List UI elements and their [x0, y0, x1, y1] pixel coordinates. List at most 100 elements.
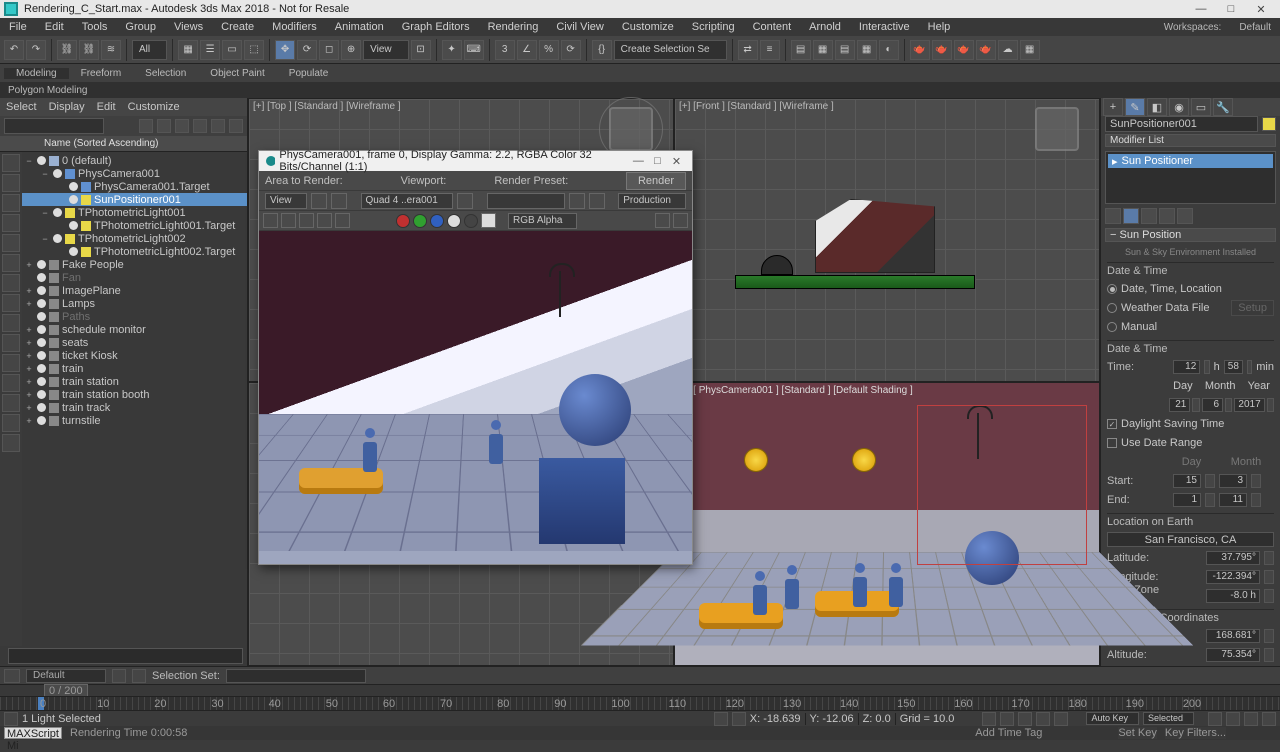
tree-node[interactable]: +Fake People [22, 258, 247, 271]
filter-shape-icon[interactable] [2, 174, 20, 192]
vp-top-label[interactable]: [+] [Top ] [Standard ] [Wireframe ] [253, 101, 401, 112]
tree-node[interactable]: +train station [22, 375, 247, 388]
menu-file[interactable]: File [0, 21, 36, 33]
time-hours[interactable]: 12 [1173, 360, 1200, 374]
prod-dropdown[interactable]: Production [618, 193, 686, 209]
ribbon-tab-selection[interactable]: Selection [133, 68, 198, 79]
stack-config-icon[interactable] [1177, 208, 1193, 224]
select-place-button[interactable]: ⊕ [341, 40, 361, 60]
explorer-column-header[interactable]: Name (Sorted Ascending) [0, 136, 247, 152]
stack-pin-icon[interactable] [1105, 208, 1121, 224]
render-prod-icon[interactable]: 🫖 [954, 40, 974, 60]
object-color-swatch[interactable] [1262, 117, 1276, 131]
playback-end-icon[interactable] [1054, 712, 1068, 726]
tree-node[interactable]: Fan [22, 271, 247, 284]
explorer-scope-dropdown[interactable] [4, 118, 104, 134]
selection-filter-dropdown[interactable]: All [132, 40, 167, 60]
explorer-menu[interactable]: Select Display Edit Customize [0, 98, 247, 116]
setkey-button[interactable]: Set Key [1118, 727, 1157, 739]
end-day[interactable]: 1 [1173, 493, 1201, 507]
tree-node[interactable]: +Lamps [22, 297, 247, 310]
minimize-button[interactable]: — [1186, 3, 1216, 15]
ribbon-tab-objectpaint[interactable]: Object Paint [198, 68, 276, 79]
explorer-select[interactable]: Select [6, 101, 37, 113]
viewport-camera[interactable]: [+] [ PhysCamera001 ] [Standard ] [Defau… [674, 382, 1100, 666]
explorer-search-bar[interactable] [0, 646, 247, 666]
channel-g-button[interactable] [413, 214, 427, 228]
select-name-icon[interactable]: ☰ [200, 40, 220, 60]
keyfilters-button[interactable]: Key Filters... [1165, 727, 1226, 739]
tree-node[interactable]: −0 (default) [22, 154, 247, 167]
select-rect-icon[interactable]: ▭ [222, 40, 242, 60]
selset-dropdown[interactable] [226, 669, 366, 683]
fb-clear-icon[interactable] [335, 213, 350, 228]
modifier-list-dropdown[interactable]: Modifier List [1105, 134, 1276, 147]
schematic-icon[interactable]: ▦ [857, 40, 877, 60]
align-icon[interactable]: ≡ [760, 40, 780, 60]
close-button[interactable]: ✕ [1246, 3, 1276, 16]
tree-node[interactable]: SunPositioner001 [22, 193, 247, 206]
menu-civilview[interactable]: Civil View [547, 21, 612, 33]
select-rotate-button[interactable]: ⟳ [297, 40, 317, 60]
mirror-icon[interactable]: ⇄ [738, 40, 758, 60]
viewport-front[interactable]: [+] [Front ] [Standard ] [Wireframe ] [674, 98, 1100, 382]
altitude-field[interactable]: 75.354° [1206, 648, 1260, 662]
dst-checkbox[interactable]: ✓ [1107, 419, 1117, 429]
add-time-tag[interactable]: Add Time Tag [975, 727, 1042, 739]
menu-scripting[interactable]: Scripting [683, 21, 744, 33]
tree-node[interactable]: +ticket Kiosk [22, 349, 247, 362]
exp-close-icon[interactable] [139, 119, 153, 133]
tree-node[interactable]: +schedule monitor [22, 323, 247, 336]
tab-utilities-icon[interactable]: 🔧 [1213, 98, 1233, 116]
window-crossing-icon[interactable]: ⬚ [244, 40, 264, 60]
tree-node[interactable]: TPhotometricLight001.Target [22, 219, 247, 232]
tab-modify-icon[interactable]: ✎ [1125, 98, 1145, 116]
autokey-button[interactable]: Auto Key [1086, 712, 1139, 725]
iso-sel-icon[interactable] [4, 669, 20, 683]
explorer-tree[interactable]: −0 (default)−PhysCamera001PhysCamera001.… [22, 152, 247, 646]
timezone-field[interactable]: -8.0 h [1206, 589, 1260, 603]
abs-rel-icon[interactable] [732, 712, 746, 726]
area-auto-icon[interactable] [331, 193, 347, 209]
redo-button[interactable]: ↷ [26, 40, 46, 60]
tree-node[interactable]: PhysCamera001.Target [22, 180, 247, 193]
editnamedsel-icon[interactable]: {} [592, 40, 612, 60]
time-slider[interactable]: 0 / 200 [0, 684, 1280, 696]
viewcube-top[interactable] [609, 107, 653, 151]
keymode-dropdown[interactable]: Selected [1143, 712, 1194, 725]
channel-a-button[interactable] [447, 214, 461, 228]
viewcube-front[interactable] [1035, 107, 1079, 151]
timeline-ruler[interactable]: 0102030405060708090100110120130140150160… [0, 696, 1280, 710]
tree-node[interactable]: −TPhotometricLight002 [22, 232, 247, 245]
render-iter-icon[interactable]: 🫖 [976, 40, 996, 60]
fb-titlebar[interactable]: PhysCamera001, frame 0, Display Gamma: 2… [259, 151, 692, 171]
snap-toggle-icon[interactable]: 3 [495, 40, 515, 60]
nav-zoomext-icon[interactable] [1244, 712, 1258, 726]
spinner-snap-icon[interactable]: ⟳ [561, 40, 581, 60]
select-object-icon[interactable]: ▦ [178, 40, 198, 60]
sel-lock-icon[interactable] [112, 669, 126, 683]
nav-pan-icon[interactable] [1208, 712, 1222, 726]
ribbon-tab-modeling[interactable]: Modeling [4, 68, 69, 79]
unlink-icon[interactable]: ⛓ [79, 40, 99, 60]
filter-helper-icon[interactable] [2, 234, 20, 252]
modifier-item[interactable]: ▸Sun Positioner [1108, 154, 1273, 168]
tree-node[interactable]: +train [22, 362, 247, 375]
time-mins[interactable]: 58 [1224, 360, 1243, 374]
tree-node[interactable]: +train station booth [22, 388, 247, 401]
keyboard-icon[interactable]: ⌨ [464, 40, 484, 60]
percent-snap-icon[interactable]: % [539, 40, 559, 60]
menu-animation[interactable]: Animation [326, 21, 393, 33]
layers-icon[interactable]: ▤ [791, 40, 811, 60]
render-frame-icon[interactable]: 🫖 [932, 40, 952, 60]
ribbon-tabs[interactable]: Modeling Freeform Selection Object Paint… [0, 64, 1280, 82]
channel-r-button[interactable] [396, 214, 410, 228]
channel-swatch[interactable] [481, 213, 496, 228]
explorer-display[interactable]: Display [49, 101, 85, 113]
explorer-toolbar[interactable] [0, 116, 247, 136]
selection-bar[interactable]: Default Selection Set: [0, 666, 1280, 684]
tab-create-icon[interactable]: + [1103, 98, 1123, 116]
filter-space-icon[interactable] [2, 254, 20, 272]
maxscript-listener[interactable]: MAXScript Mi [4, 727, 62, 739]
select-move-button[interactable]: ✥ [275, 40, 295, 60]
